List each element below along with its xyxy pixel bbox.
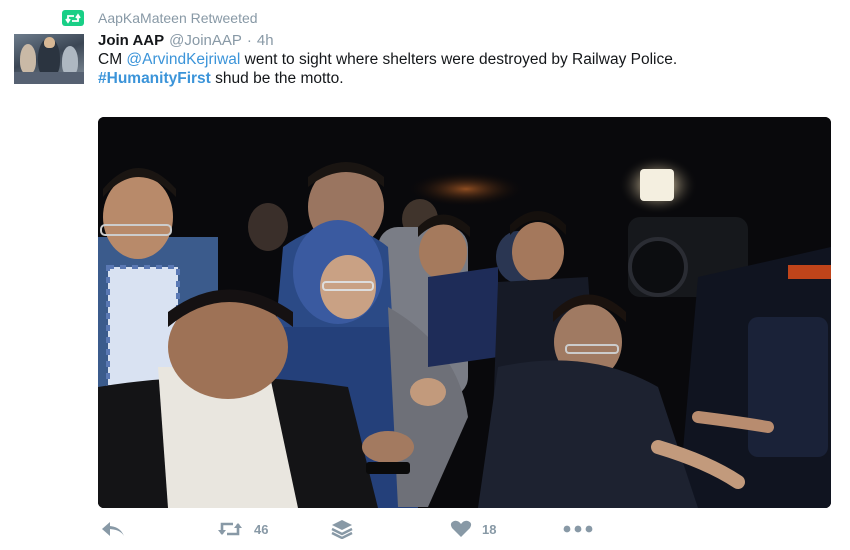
retweet-count: 46 — [254, 521, 269, 537]
crowd-photo — [98, 117, 831, 508]
retweet-icon — [62, 10, 84, 26]
tweet-text-part2: went to sight where shelters were destro… — [240, 51, 678, 68]
retweet-context: AapKaMateen Retweeted — [62, 9, 258, 27]
tweet-text-part3: shud be the motto. — [210, 70, 344, 87]
more-dots-icon — [563, 525, 593, 533]
hashtag-link[interactable]: #HumanityFirst — [98, 70, 211, 87]
heart-icon — [450, 520, 472, 537]
retweet-icon — [218, 522, 242, 536]
reply-icon — [102, 522, 124, 536]
retweet-button[interactable]: 46 — [216, 515, 268, 543]
like-count: 18 — [482, 521, 497, 537]
tweet-actions: 46 18 — [98, 515, 831, 543]
retweeted-by-label[interactable]: AapKaMateen Retweeted — [98, 10, 258, 26]
more-button[interactable] — [563, 515, 593, 543]
separator-dot: · — [246, 32, 252, 49]
tweet-text: CM @ArvindKejriwal went to sight where s… — [98, 50, 818, 88]
add-to-moment-button[interactable] — [331, 515, 353, 543]
mention-link[interactable]: @ArvindKejriwal — [126, 51, 240, 68]
like-button[interactable]: 18 — [450, 515, 496, 543]
reply-button[interactable] — [100, 515, 126, 543]
author-handle[interactable]: @JoinAAP — [169, 31, 242, 51]
author-display-name[interactable]: Join AAP — [98, 31, 164, 51]
stack-icon — [331, 520, 353, 539]
tweet-timestamp[interactable]: 4h — [257, 31, 274, 51]
tweet-header: Join AAP @JoinAAP · 4h — [98, 31, 274, 51]
author-avatar[interactable] — [14, 34, 84, 84]
tweet-text-part1: CM — [98, 51, 127, 68]
tweet-photo[interactable] — [98, 117, 831, 508]
